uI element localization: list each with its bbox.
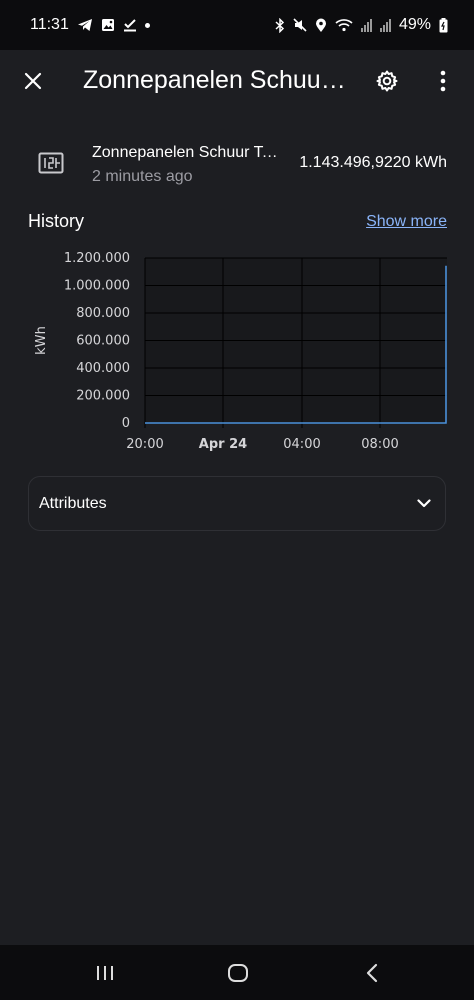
y-tick-label: 600.000 <box>76 334 130 349</box>
x-tick-label: 04:00 <box>283 437 320 452</box>
back-button[interactable] <box>352 959 392 987</box>
back-icon <box>366 963 378 983</box>
y-tick-label: 400.000 <box>76 361 130 376</box>
chevron-down-icon <box>417 499 431 508</box>
mute-icon <box>293 18 307 32</box>
app-bar: Zonnepanelen Schuur Totaal <box>0 50 474 114</box>
solar-panel-icon <box>38 152 64 174</box>
signal-icon <box>379 18 391 32</box>
home-button[interactable] <box>218 959 258 987</box>
entity-row: Zonnepanelen Schuur Totaal 2 minutes ago… <box>0 130 474 196</box>
more-vert-icon <box>440 70 446 92</box>
status-bar-right: 49% <box>275 16 448 34</box>
history-chart-svg[interactable]: 1.200.000 1.000.000 800.000 600.000 400.000 2… <box>0 245 474 460</box>
status-bar: 11:31 49% <box>0 0 474 50</box>
y-tick-label: 800.000 <box>76 306 130 321</box>
entity-state-value: 1.143.496,9220 kWh <box>299 154 447 171</box>
battery-percent: 49% <box>398 16 431 33</box>
attributes-label: Attributes <box>39 494 107 512</box>
status-time: 11:31 <box>30 16 69 33</box>
settings-button[interactable] <box>368 62 406 100</box>
y-tick-label: 1.200.000 <box>64 251 130 266</box>
recents-button[interactable] <box>85 959 125 987</box>
show-more-link[interactable]: Show more <box>366 213 447 231</box>
battery-icon <box>439 17 448 32</box>
wifi-icon <box>335 19 353 32</box>
download-check-icon <box>123 19 136 32</box>
dialog-title: Zonnepanelen Schuur Totaal <box>83 66 353 94</box>
more-options-button[interactable] <box>424 62 462 100</box>
gear-icon <box>376 70 398 92</box>
gallery-icon <box>101 19 114 31</box>
history-chart[interactable]: 1.200.000 1.000.000 800.000 600.000 400.000 2… <box>0 245 474 460</box>
bluetooth-icon <box>275 17 285 33</box>
y-tick-label: 0 <box>122 416 130 431</box>
entity-last-changed: 2 minutes ago <box>92 168 193 185</box>
entity-name: Zonnepanelen Schuur Totaal <box>92 144 282 161</box>
y-tick-label: 200.000 <box>76 389 130 404</box>
signal-icon <box>360 18 372 32</box>
close-button[interactable] <box>14 62 52 100</box>
status-bar-left: 11:31 <box>30 16 150 34</box>
recents-icon <box>97 966 113 980</box>
home-icon <box>228 964 248 982</box>
history-title: History <box>28 211 85 231</box>
x-tick-label: 20:00 <box>126 437 163 452</box>
y-tick-label: 1.000.000 <box>64 279 130 294</box>
telegram-icon <box>77 19 92 31</box>
x-tick-label: 08:00 <box>361 437 398 452</box>
notification-dot <box>144 22 150 28</box>
x-tick-label: Apr 24 <box>199 437 247 452</box>
attributes-expander[interactable]: Attributes <box>28 476 446 531</box>
close-icon <box>24 72 42 90</box>
system-nav-bar <box>0 945 474 1000</box>
location-icon <box>315 18 326 32</box>
y-axis-label: kWh <box>34 326 49 355</box>
